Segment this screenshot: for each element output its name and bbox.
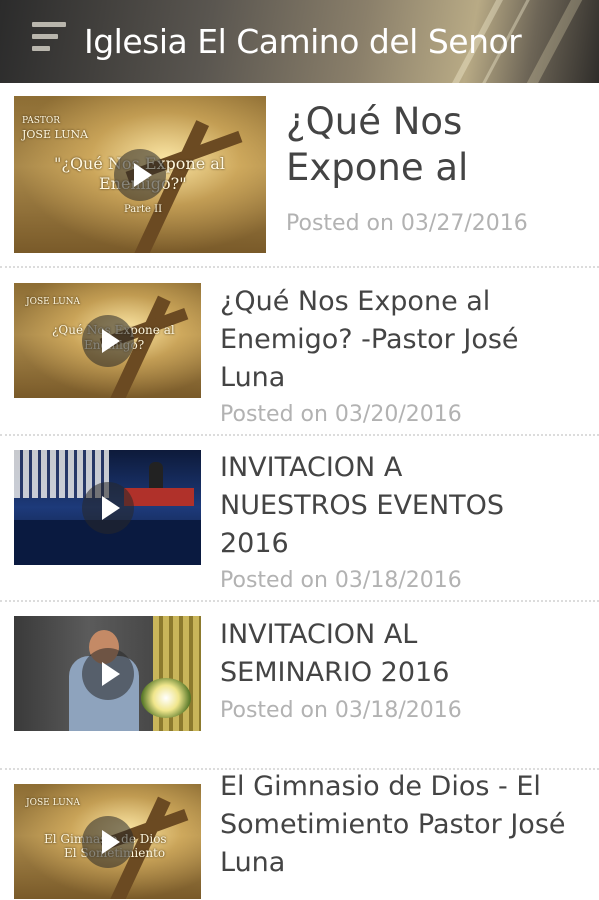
item-title[interactable]: INVITACION AL SEMINARIO 2016	[220, 616, 590, 692]
item-date: Posted on 03/27/2016	[286, 211, 528, 236]
item-date: Posted on 03/20/2016	[220, 402, 462, 427]
list-item[interactable]: PASTOR JOSE LUNA "¿Qué Nos Expone al Ene…	[0, 83, 599, 268]
play-icon[interactable]	[81, 647, 134, 700]
item-date: Posted on 03/18/2016	[220, 568, 462, 593]
play-icon[interactable]	[114, 148, 166, 201]
play-icon[interactable]	[81, 815, 134, 868]
app-header: Iglesia El Camino del Senor	[0, 0, 599, 83]
video-thumbnail[interactable]: PASTOR JOSE LUNA "¿Qué Nos Expone al Ene…	[14, 96, 266, 253]
thumbnail-text: JOSE LUNA	[26, 798, 81, 808]
list-item[interactable]: JOSE LUNA El Gimnasio de Dios El Sometim…	[0, 770, 599, 900]
item-title[interactable]: ¿Qué Nos Expone al Enemigo? -Pastor José…	[220, 283, 590, 397]
video-thumbnail[interactable]: JOSE LUNA ¿Qué Nos Expone al Enemigo?	[14, 283, 201, 398]
app-title: Iglesia El Camino del Senor	[84, 22, 522, 61]
video-thumbnail[interactable]	[14, 450, 201, 565]
list-item[interactable]: JOSE LUNA ¿Qué Nos Expone al Enemigo? ¿Q…	[0, 268, 599, 436]
item-title[interactable]: El Gimnasio de Dios - El Sometimiento Pa…	[220, 768, 590, 882]
item-title[interactable]: ¿Qué Nos Expone al	[286, 99, 586, 191]
thumbnail-text: PASTOR	[22, 116, 61, 126]
item-date: Posted on 03/18/2016	[220, 698, 462, 723]
video-thumbnail[interactable]: JOSE LUNA El Gimnasio de Dios El Sometim…	[14, 784, 201, 899]
hamburger-menu-icon[interactable]	[32, 22, 66, 52]
play-icon[interactable]	[81, 314, 134, 367]
thumbnail-text: JOSE LUNA	[22, 128, 89, 141]
thumbnail-text: JOSE LUNA	[26, 297, 81, 307]
list-item[interactable]: INVITACION AL SEMINARIO 2016 Posted on 0…	[0, 602, 599, 770]
thumbnail-text: Parte II	[124, 204, 163, 215]
header-light-ray	[512, 0, 588, 83]
list-item[interactable]: INVITACION A NUESTROS EVENTOS 2016 Poste…	[0, 436, 599, 602]
video-thumbnail[interactable]	[14, 616, 201, 731]
play-icon[interactable]	[81, 481, 134, 534]
item-title[interactable]: INVITACION A NUESTROS EVENTOS 2016	[220, 449, 590, 563]
